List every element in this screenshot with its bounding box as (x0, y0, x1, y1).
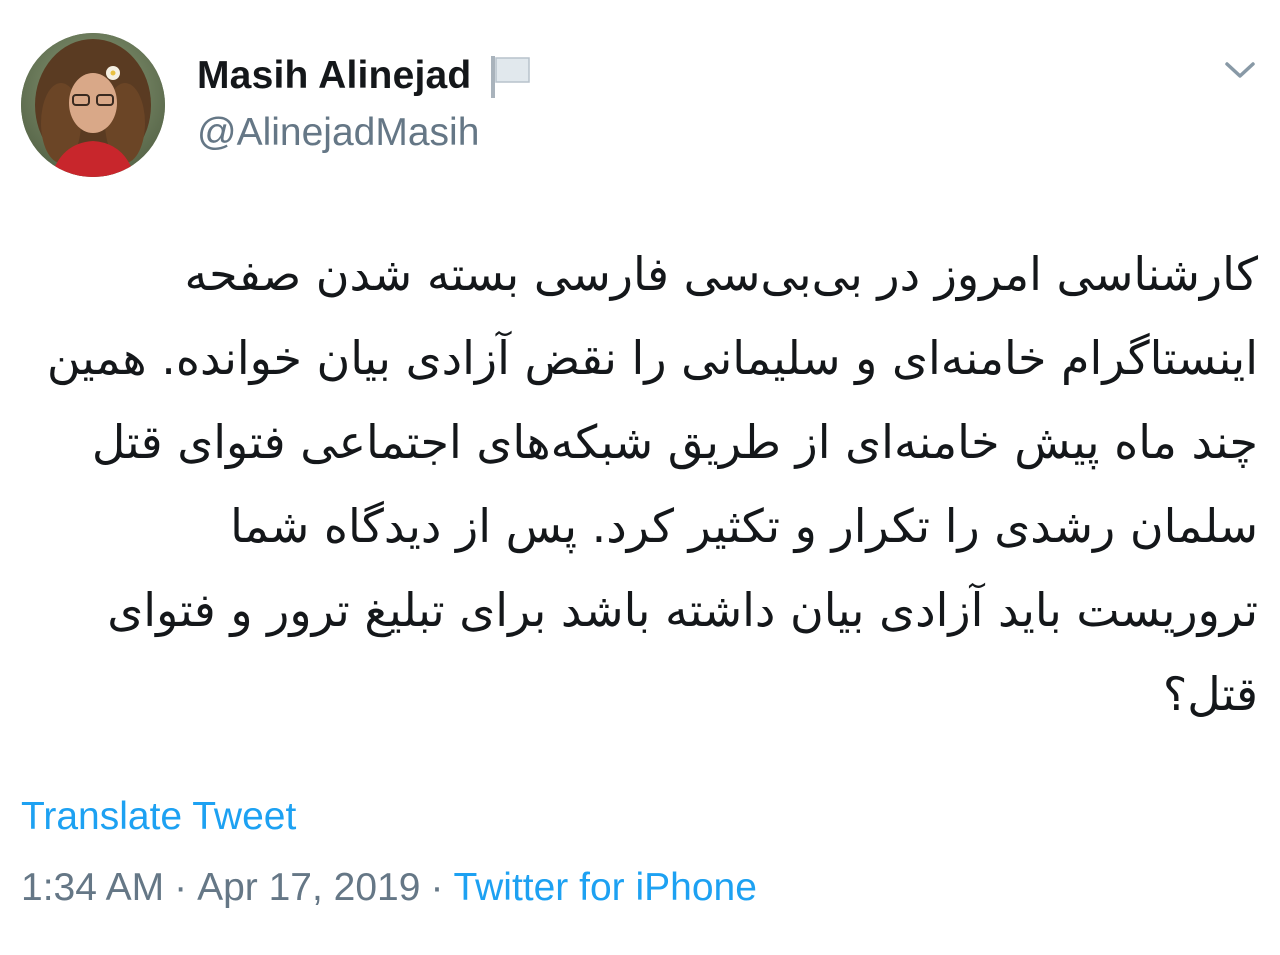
tweet-menu-button[interactable] (1215, 52, 1265, 88)
translate-tweet-link[interactable]: Translate Tweet (21, 795, 296, 839)
avatar-photo (21, 33, 165, 177)
meta-separator: · (430, 866, 444, 909)
tweet-text: کارشناسی امروز در بی‌بی‌سی فارسی بسته شد… (46, 247, 1258, 721)
tweet-source-link[interactable]: Twitter for iPhone (453, 866, 756, 909)
tweet-time[interactable]: 1:34 AM (21, 866, 164, 909)
tweet-date[interactable]: Apr 17, 2019 (197, 866, 420, 909)
white-flag-icon (489, 52, 533, 100)
display-name[interactable]: Masih Alinejad (197, 54, 471, 98)
avatar[interactable] (21, 33, 165, 177)
author-handle[interactable]: @AlinejadMasih (197, 111, 479, 155)
chevron-down-icon (1225, 62, 1255, 78)
meta-separator: · (174, 866, 188, 909)
author-name-row[interactable]: Masih Alinejad (197, 51, 533, 101)
tweet-meta: 1:34 AM · Apr 17, 2019 · Twitter for iPhone (21, 866, 757, 910)
